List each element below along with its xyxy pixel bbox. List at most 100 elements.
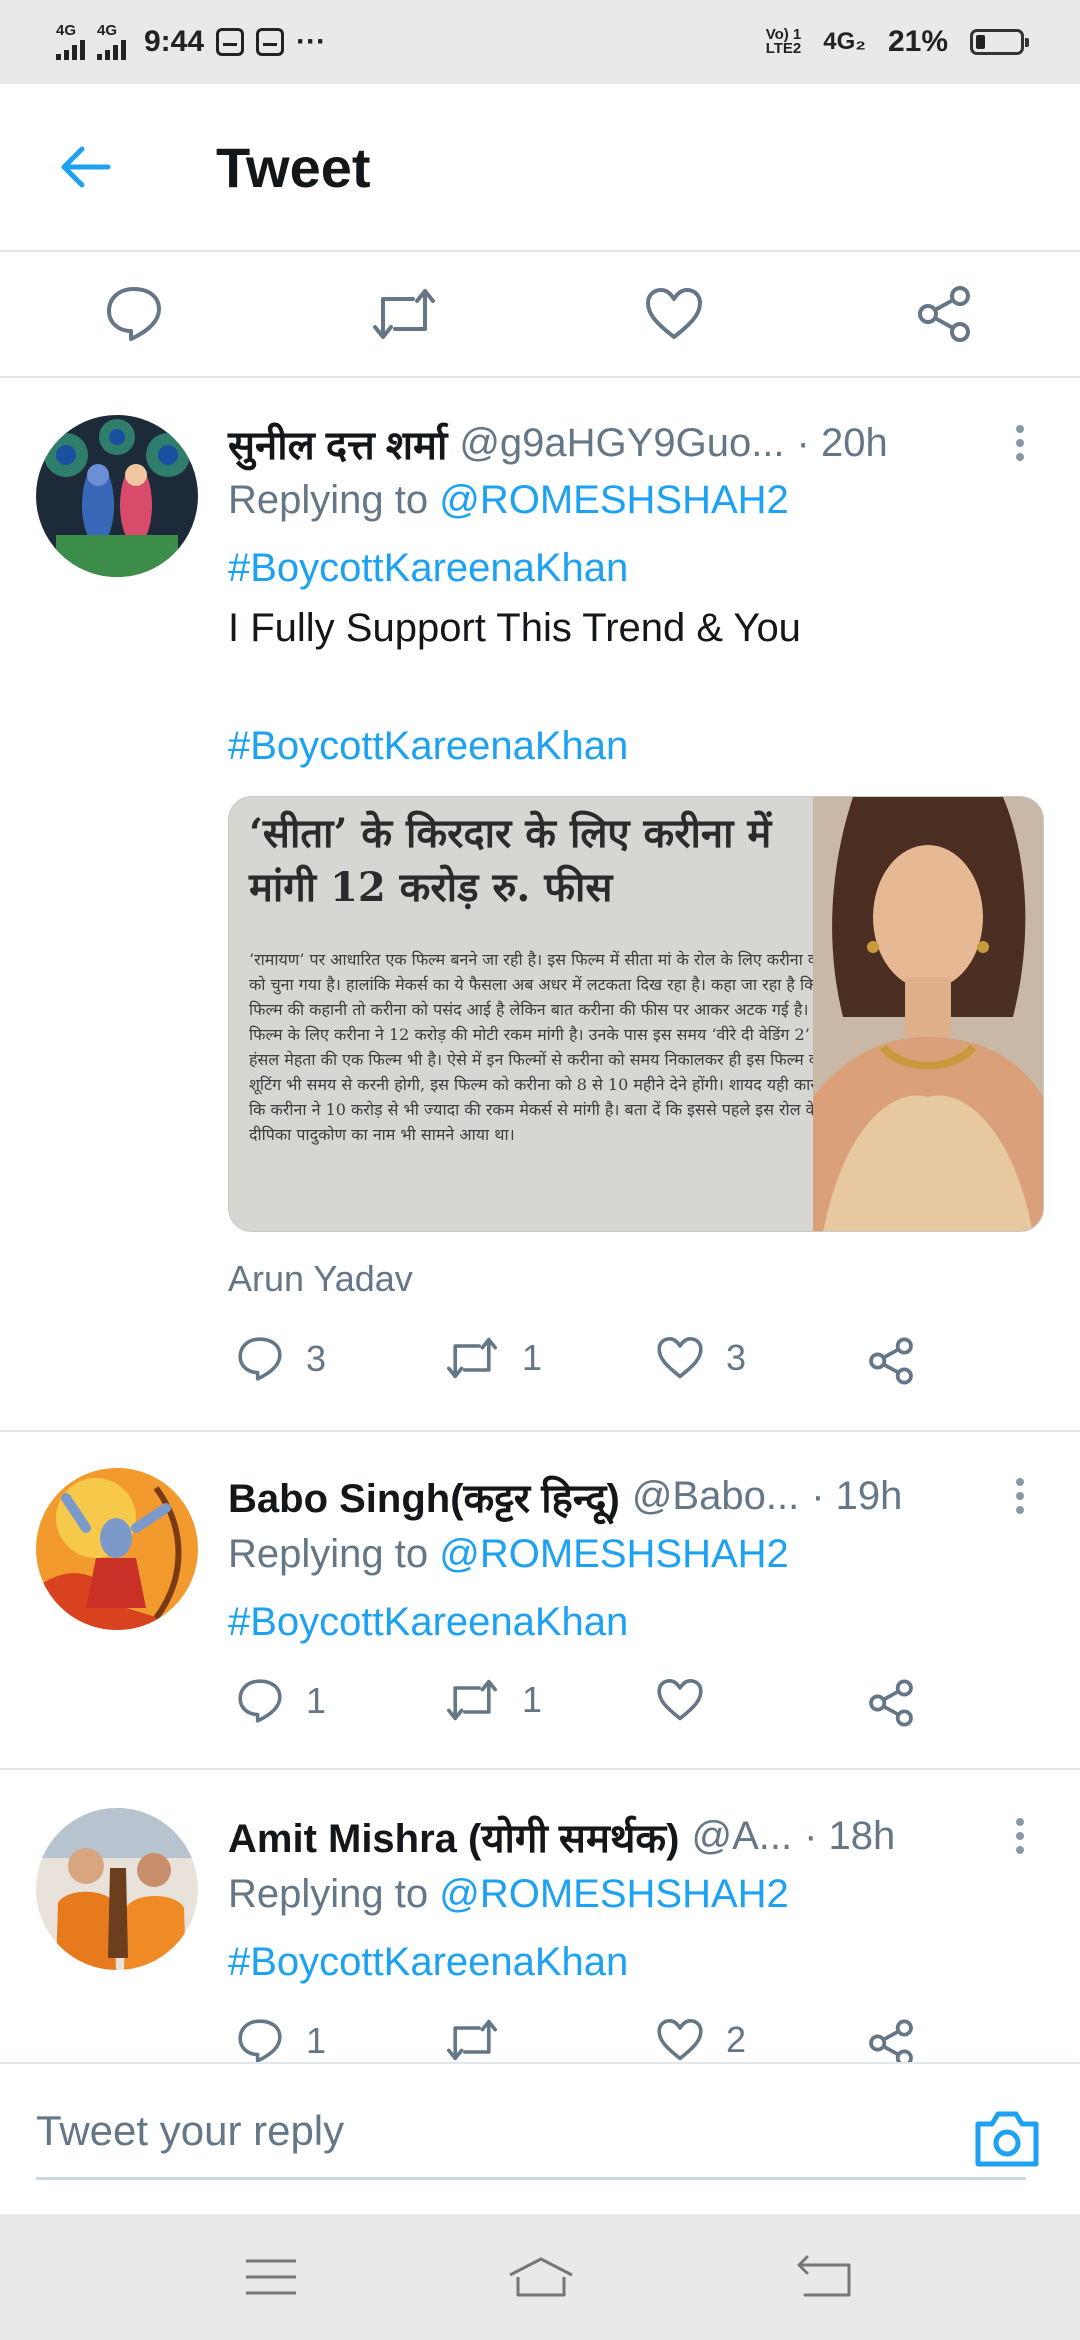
page-title: Tweet	[216, 135, 371, 199]
main-share-button[interactable]	[902, 272, 986, 356]
reply-button[interactable]: 3	[236, 1336, 326, 1382]
more-options-button[interactable]	[1002, 1806, 1038, 1866]
reply-header: Babo Singh(कट्टर हिन्दू) @Babo... · 19h	[228, 1466, 1048, 1526]
notification-icon	[216, 28, 245, 56]
reply-tweet[interactable]: Amit Mishra (योगी समर्थक) @A... · 18h Re…	[0, 1772, 1080, 2062]
signal-bars-icon	[97, 38, 126, 60]
author-handle[interactable]: @Babo...	[632, 1474, 799, 1519]
like-icon	[657, 2019, 703, 2061]
replying-prefix: Replying to	[228, 1872, 440, 1916]
like-icon	[646, 288, 702, 339]
app-header: Tweet	[0, 84, 1080, 252]
avatar-image	[36, 1808, 198, 1970]
author-handle[interactable]: @g9aHGY9Guo...	[459, 421, 784, 466]
like-count: 2	[726, 2019, 747, 2060]
share-icon	[869, 2019, 913, 2062]
main-tweet-actions	[0, 252, 1080, 378]
tweet-media-image[interactable]: ‘सीता’ के किरदार के लिए करीना में मांगी …	[228, 796, 1044, 1232]
mention-link[interactable]: @ROMESHSHAH2	[439, 1872, 789, 1916]
back-icon	[797, 2255, 851, 2297]
volte-indicator: Vo) 1 LTE2	[765, 27, 802, 57]
signal-1: 4G	[56, 22, 85, 60]
hashtag-link[interactable]: #BoycottKareenaKhan	[228, 546, 628, 591]
reply-icon	[238, 1337, 282, 1381]
replying-prefix: Replying to	[228, 478, 440, 522]
like-icon	[657, 1679, 703, 1721]
replying-to: Replying to @ROMESHSHAH2	[228, 1532, 789, 1577]
tweet-time: · 19h	[811, 1473, 903, 1518]
more-options-button[interactable]	[1002, 1466, 1038, 1526]
share-icon	[869, 1337, 913, 1385]
reply-button[interactable]: 1	[236, 1678, 326, 1724]
reply-button[interactable]: 1	[236, 2018, 326, 2062]
retweet-button[interactable]	[444, 2018, 522, 2062]
hashtag-link[interactable]: #BoycottKareenaKhan	[228, 1600, 628, 1645]
back-nav-button[interactable]	[780, 2242, 870, 2312]
avatar[interactable]	[36, 1468, 198, 1630]
home-button[interactable]	[496, 2242, 586, 2312]
reply-header: सुनील दत्त शर्मा @g9aHGY9Guo... · 20h	[228, 413, 1048, 473]
author-name[interactable]: सुनील दत्त शर्मा	[228, 416, 447, 471]
replying-to: Replying to @ROMESHSHAH2	[228, 1872, 789, 1917]
notification-icon	[256, 28, 285, 56]
hashtag-link[interactable]: #BoycottKareenaKhan	[228, 1940, 628, 1985]
avatar-image	[36, 415, 198, 577]
more-notifications: ···	[296, 25, 327, 58]
retweet-icon	[447, 1337, 497, 1379]
signal-bars-icon	[56, 38, 85, 60]
clock: 9:44	[144, 25, 205, 58]
network-type-2: 4G	[97, 22, 118, 39]
back-button[interactable]	[24, 107, 144, 227]
retweet-button[interactable]: 1	[444, 1336, 542, 1380]
reply-tweet[interactable]: Babo Singh(कट्टर हिन्दू) @Babo... · 19h …	[0, 1434, 1080, 1770]
news-body: ‘रामायण’ पर आधारित एक फिल्म बनने जा रही …	[249, 950, 842, 1144]
reply-input[interactable]: Tweet your reply	[36, 2084, 1026, 2180]
share-button[interactable]	[866, 2018, 916, 2062]
volte-bottom: LTE2	[765, 40, 802, 57]
hashtag-link[interactable]: #BoycottKareenaKhan	[228, 724, 628, 769]
battery-percent: 21%	[887, 25, 948, 58]
menu-button[interactable]	[226, 2242, 316, 2312]
network-type-right: 4G₂	[823, 28, 866, 55]
reply-icon	[238, 2019, 282, 2062]
retweet-icon	[447, 2019, 497, 2061]
share-button[interactable]	[866, 1336, 916, 1386]
more-options-button[interactable]	[1002, 413, 1038, 473]
main-like-button[interactable]	[632, 272, 716, 356]
tweet-time: · 18h	[804, 1813, 896, 1858]
reply-count: 1	[306, 2020, 327, 2061]
author-name[interactable]: Babo Singh(कट्टर हिन्दू)	[228, 1469, 620, 1524]
mention-link[interactable]: @ROMESHSHAH2	[439, 478, 789, 522]
avatar[interactable]	[36, 1808, 198, 1970]
like-button[interactable]	[656, 1678, 726, 1722]
like-count: 3	[726, 1337, 747, 1378]
home-icon	[509, 2257, 573, 2297]
camera-button[interactable]	[972, 2108, 1042, 2170]
retweet-button[interactable]: 1	[444, 1678, 542, 1722]
main-reply-button[interactable]	[92, 272, 176, 356]
battery-icon	[970, 29, 1029, 55]
avatar[interactable]	[36, 415, 198, 577]
share-icon	[869, 1679, 913, 1727]
author-name[interactable]: Amit Mishra (योगी समर्थक)	[228, 1809, 679, 1864]
author-handle[interactable]: @A...	[691, 1814, 792, 1859]
signal-2: 4G	[97, 22, 126, 60]
share-button[interactable]	[866, 1678, 916, 1728]
reply-count: 1	[306, 1680, 327, 1721]
like-button[interactable]: 3	[656, 1336, 746, 1380]
like-icon	[657, 1337, 703, 1379]
image-credit: Arun Yadav	[228, 1258, 413, 1299]
mention-link[interactable]: @ROMESHSHAH2	[439, 1532, 789, 1576]
news-headline: ‘सीता’ के किरदार के लिए करीना में मांगी …	[249, 810, 772, 911]
main-retweet-button[interactable]	[362, 272, 446, 356]
actress-photo	[813, 797, 1043, 1231]
camera-icon	[975, 2111, 1039, 2167]
network-type-1: 4G	[56, 22, 77, 39]
like-button[interactable]: 2	[656, 2018, 746, 2062]
menu-icon	[246, 2259, 296, 2295]
arrow-left-icon	[61, 146, 111, 188]
battery-fill	[976, 35, 985, 49]
system-nav-bar	[0, 2214, 1080, 2340]
reply-icon	[107, 287, 161, 341]
share-icon	[918, 286, 970, 342]
